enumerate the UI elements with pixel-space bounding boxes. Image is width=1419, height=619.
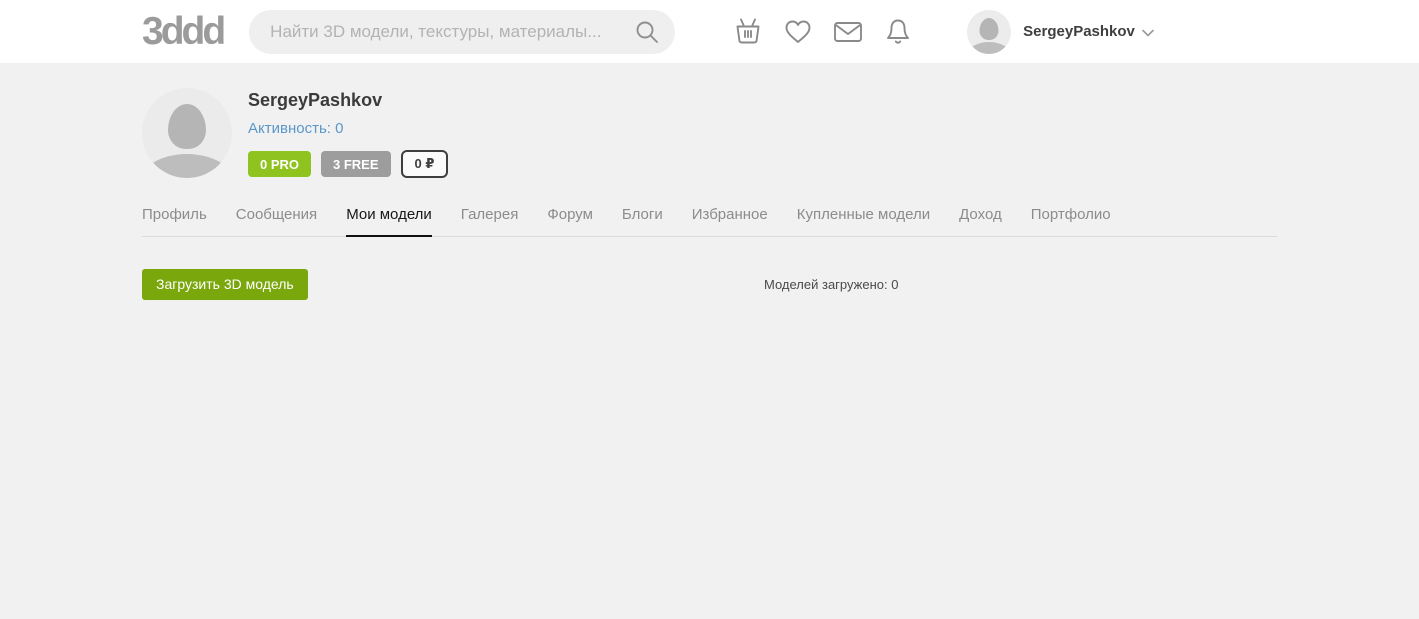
- tab-gallery[interactable]: Галерея: [461, 206, 519, 237]
- header-username[interactable]: SergeyPashkov: [1023, 23, 1135, 40]
- mail-icon[interactable]: [833, 15, 863, 49]
- avatar-shoulders-shape: [967, 41, 1012, 54]
- models-toolbar: Загрузить 3D модель Моделей загружено: 0: [142, 269, 1277, 300]
- balance-badge: 0 ₽: [400, 150, 449, 178]
- header-avatar[interactable]: [967, 9, 1012, 54]
- search-bar: [249, 9, 676, 54]
- site-logo[interactable]: 3ddd: [142, 12, 226, 51]
- user-menu[interactable]: SergeyPashkov: [967, 9, 1154, 54]
- badge-row: 0 PRO 3 FREE 0 ₽: [248, 150, 449, 178]
- tab-blogs[interactable]: Блоги: [622, 206, 663, 237]
- tab-portfolio[interactable]: Портфолио: [1031, 206, 1111, 237]
- tab-profile[interactable]: Профиль: [142, 206, 207, 237]
- upload-model-button[interactable]: Загрузить 3D модель: [142, 269, 308, 300]
- tab-messages[interactable]: Сообщения: [236, 206, 317, 237]
- search-input[interactable]: [249, 9, 676, 54]
- avatar-head-shape: [979, 17, 999, 40]
- profile-page: SergeyPashkov Активность: 0 0 PRO 3 FREE…: [142, 63, 1277, 300]
- tab-purchased-models[interactable]: Купленные модели: [797, 206, 930, 237]
- profile-header: SergeyPashkov Активность: 0 0 PRO 3 FREE…: [142, 88, 1277, 178]
- activity-link[interactable]: Активность: 0: [248, 120, 448, 137]
- basket-icon[interactable]: [733, 15, 763, 49]
- avatar-head-shape: [168, 104, 206, 149]
- models-count-label: Моделей загружено: 0: [764, 277, 899, 292]
- pro-badge: 0 PRO: [248, 151, 312, 177]
- profile-avatar[interactable]: [142, 88, 232, 178]
- profile-name: SergeyPashkov: [248, 90, 383, 110]
- tab-my-models[interactable]: Мои модели: [346, 206, 432, 237]
- search-icon[interactable]: [635, 20, 659, 44]
- profile-info: SergeyPashkov Активность: 0 0 PRO 3 FREE…: [248, 88, 449, 178]
- top-header: 3ddd Найти 3D модели, текстуры, материал…: [0, 0, 1419, 63]
- header-icon-group: [733, 15, 913, 49]
- bell-icon[interactable]: [883, 15, 913, 49]
- heart-icon[interactable]: [783, 15, 813, 49]
- avatar-shoulders-shape: [142, 154, 232, 178]
- free-badge: 3 FREE: [321, 151, 391, 177]
- tab-favorites[interactable]: Избранное: [692, 206, 768, 237]
- profile-tabs: Профиль Сообщения Мои модели Галерея Фор…: [142, 206, 1277, 237]
- tab-income[interactable]: Доход: [959, 206, 1002, 237]
- chevron-down-icon: [1142, 24, 1154, 42]
- tab-forum[interactable]: Форум: [547, 206, 593, 237]
